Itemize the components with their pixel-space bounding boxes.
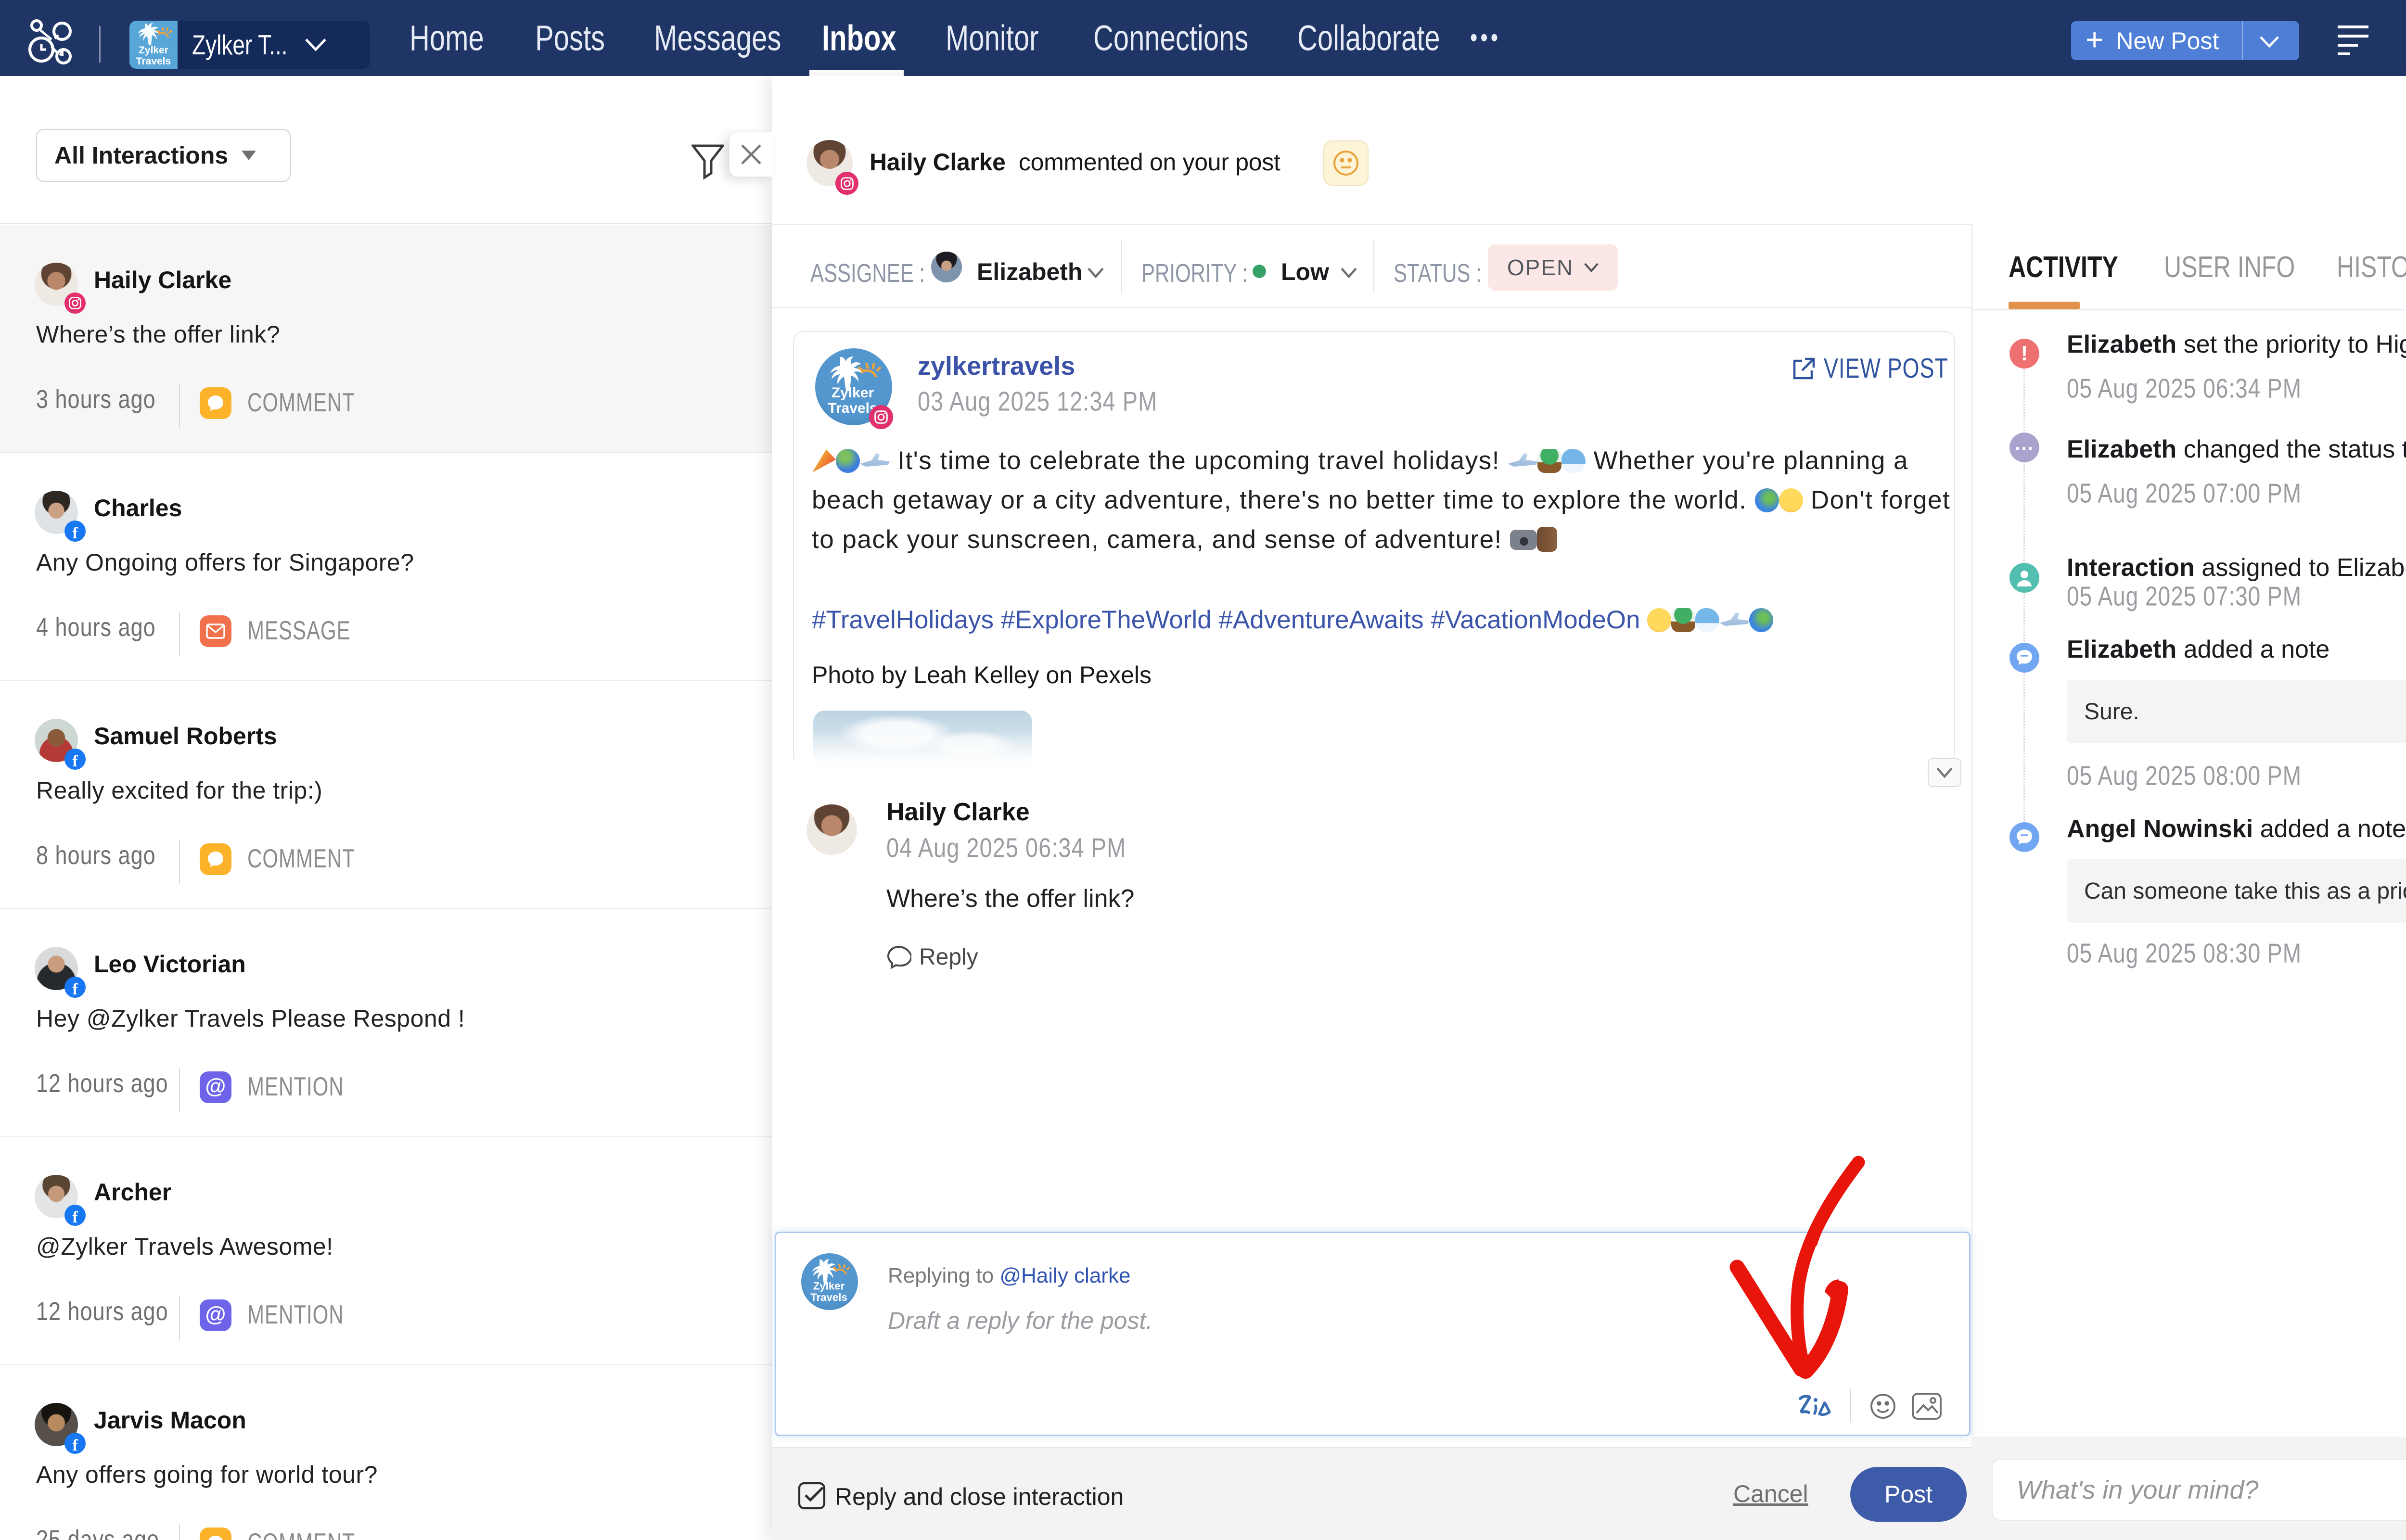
svg-text:Travels: Travels: [136, 56, 171, 67]
svg-text:Zylker: Zylker: [832, 385, 874, 401]
svg-text:Zylker: Zylker: [139, 45, 168, 56]
svg-text:Zylker: Zylker: [813, 1280, 845, 1292]
svg-text:Travels: Travels: [810, 1291, 847, 1303]
